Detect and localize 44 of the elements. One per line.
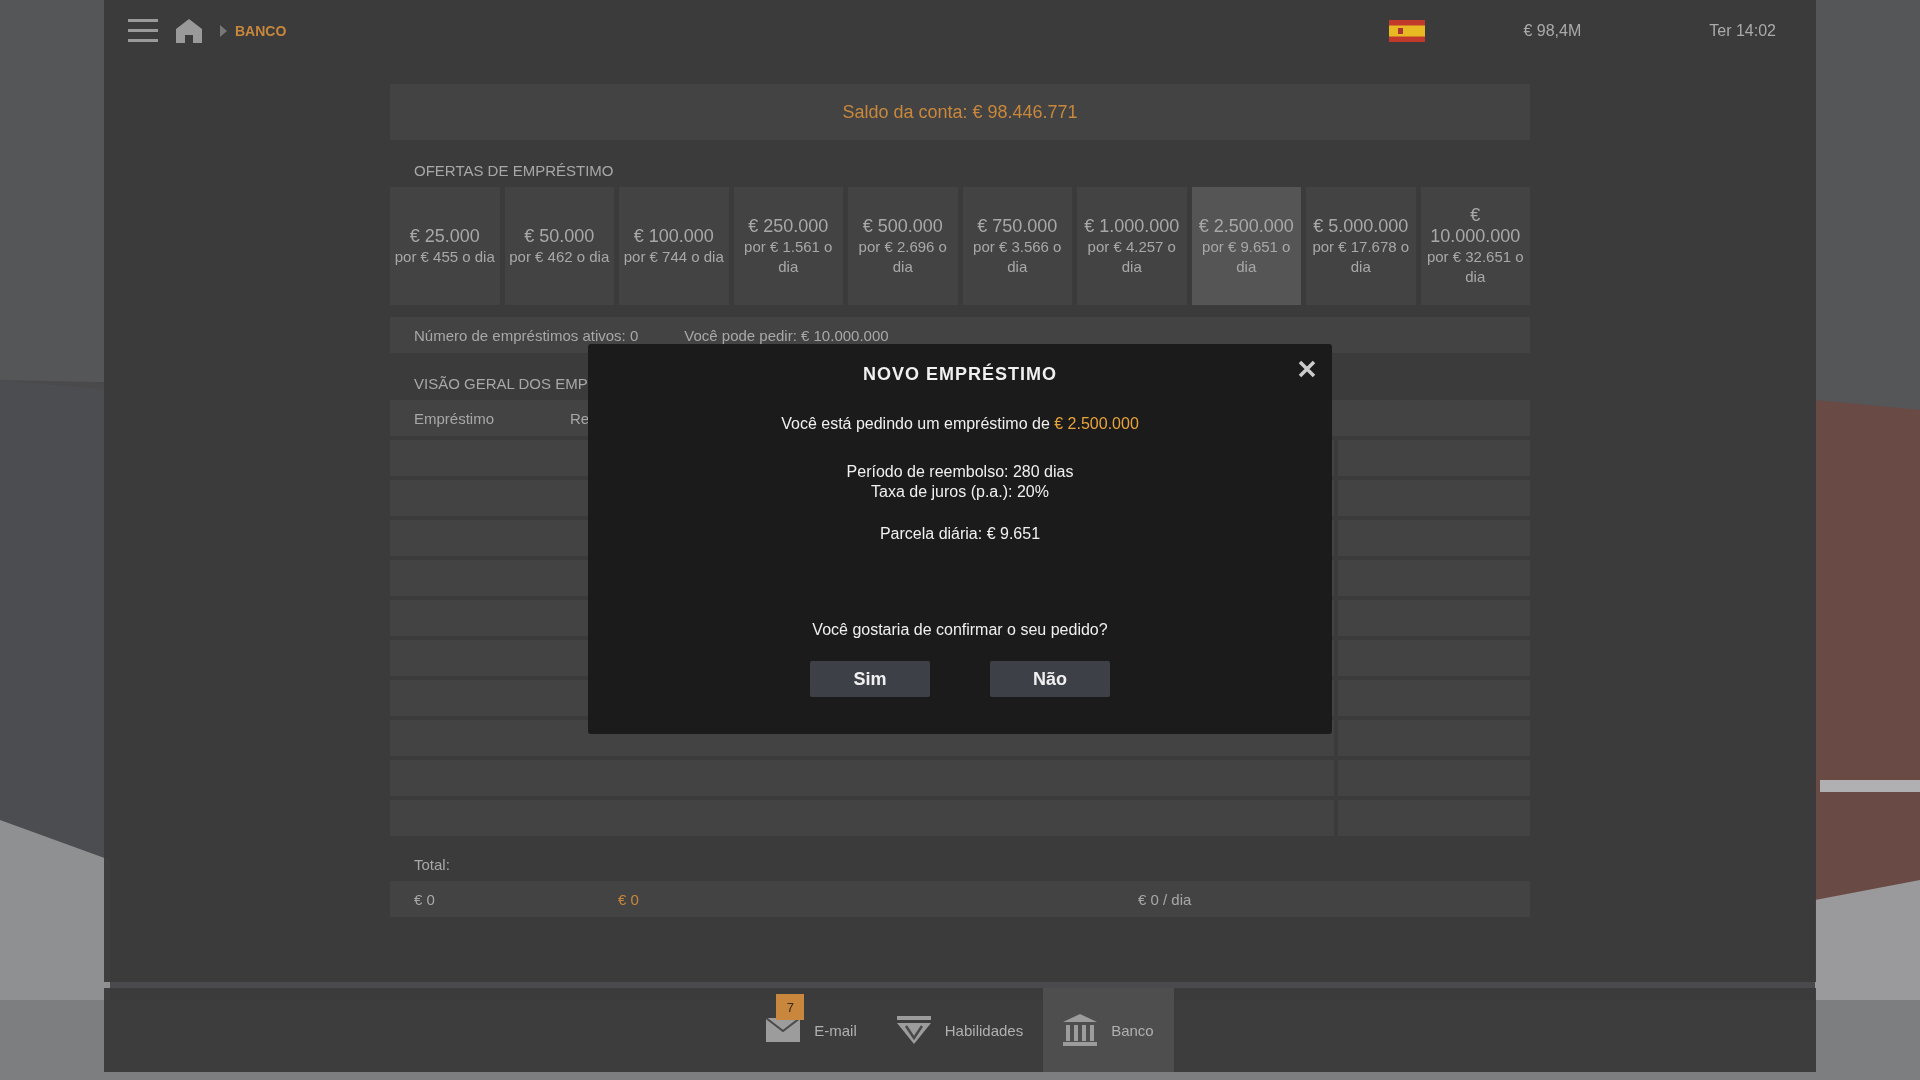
request-text: Você está pedindo um empréstimo de € 2.500.000 [781, 415, 1139, 433]
total-value: € 0 [414, 890, 436, 908]
confirm-question: Você gostaria de confirmar o seu pedido? [812, 621, 1108, 639]
loan-offer-card[interactable]: € 100.000 por € 744 o dia [619, 187, 729, 305]
balance-text: Saldo da conta: € 98.446.771 [842, 101, 1078, 123]
bank-icon [1063, 1014, 1098, 1046]
close-button[interactable] [1296, 358, 1318, 380]
section-title: VISÃO GERAL DOS EMP [413, 374, 589, 394]
total-value: € 0 / dia [1138, 890, 1192, 908]
loan-offer-card[interactable]: € 50.000 por € 462 o dia [504, 187, 614, 305]
column-header: Re [570, 409, 590, 427]
dialog-button[interactable]: Sim [810, 661, 930, 697]
home-icon[interactable] [176, 19, 202, 43]
loan-offer-card[interactable]: € 25.000 por € 455 o dia [390, 187, 500, 305]
envelope-icon [766, 1018, 801, 1042]
menu-icon[interactable] [128, 18, 158, 44]
section-title: OFERTAS DE EMPRÉSTIMO [413, 161, 615, 181]
active-loans-text: Número de empréstimos ativos: 0 [414, 326, 639, 344]
nav-tab[interactable]: Banco [1043, 988, 1174, 1072]
dialog-button[interactable]: Não [990, 661, 1110, 697]
nav-tab[interactable]: E-mail 7 [746, 988, 877, 1072]
loan-offer-card[interactable]: € 750.000 por € 3.566 o dia [962, 187, 1072, 305]
total-value: € 0 [618, 890, 640, 908]
flag-icon[interactable] [1389, 20, 1426, 42]
loan-offer-card[interactable]: € 250.000 por € 1.561 o dia [733, 187, 843, 305]
daily-payment-text: Parcela diária: € 9.651 [879, 525, 1041, 543]
breadcrumb-link[interactable]: BANCO [235, 23, 287, 39]
loan-offer-card[interactable]: € 500.000 por € 2.696 o dia [848, 187, 958, 305]
money-display: € 98,4M [1523, 22, 1582, 40]
chevron-icon [220, 25, 227, 37]
dialog-title: NOVO EMPRÉSTIMO [863, 364, 1057, 385]
column-header: Empréstimo [414, 409, 496, 427]
total-label: Total: [413, 855, 451, 875]
interest-text: Taxa de juros (p.a.): 20% [871, 483, 1049, 501]
nav-tab[interactable]: Habilidades [876, 988, 1044, 1072]
loan-offer-card[interactable]: € 1.000.000 por € 4.257 o dia [1077, 187, 1187, 305]
loan-offer-card[interactable]: € 5.000.000 por € 17.678 o dia [1306, 187, 1416, 305]
notification-badge: 7 [776, 994, 805, 1020]
chevron-stack-icon [896, 1016, 931, 1044]
clock-text: Ter 14:02 [1709, 22, 1776, 40]
loan-offer-card[interactable]: € 10.000.000 por € 32.651 o dia [1420, 187, 1530, 305]
period-text: Período de reembolso: 280 dias [846, 463, 1074, 481]
loan-limit-text: Você pode pedir: € 10.000.000 [684, 326, 889, 344]
loan-offer-card[interactable]: € 2.500.000 por € 9.651 o dia [1191, 187, 1301, 305]
